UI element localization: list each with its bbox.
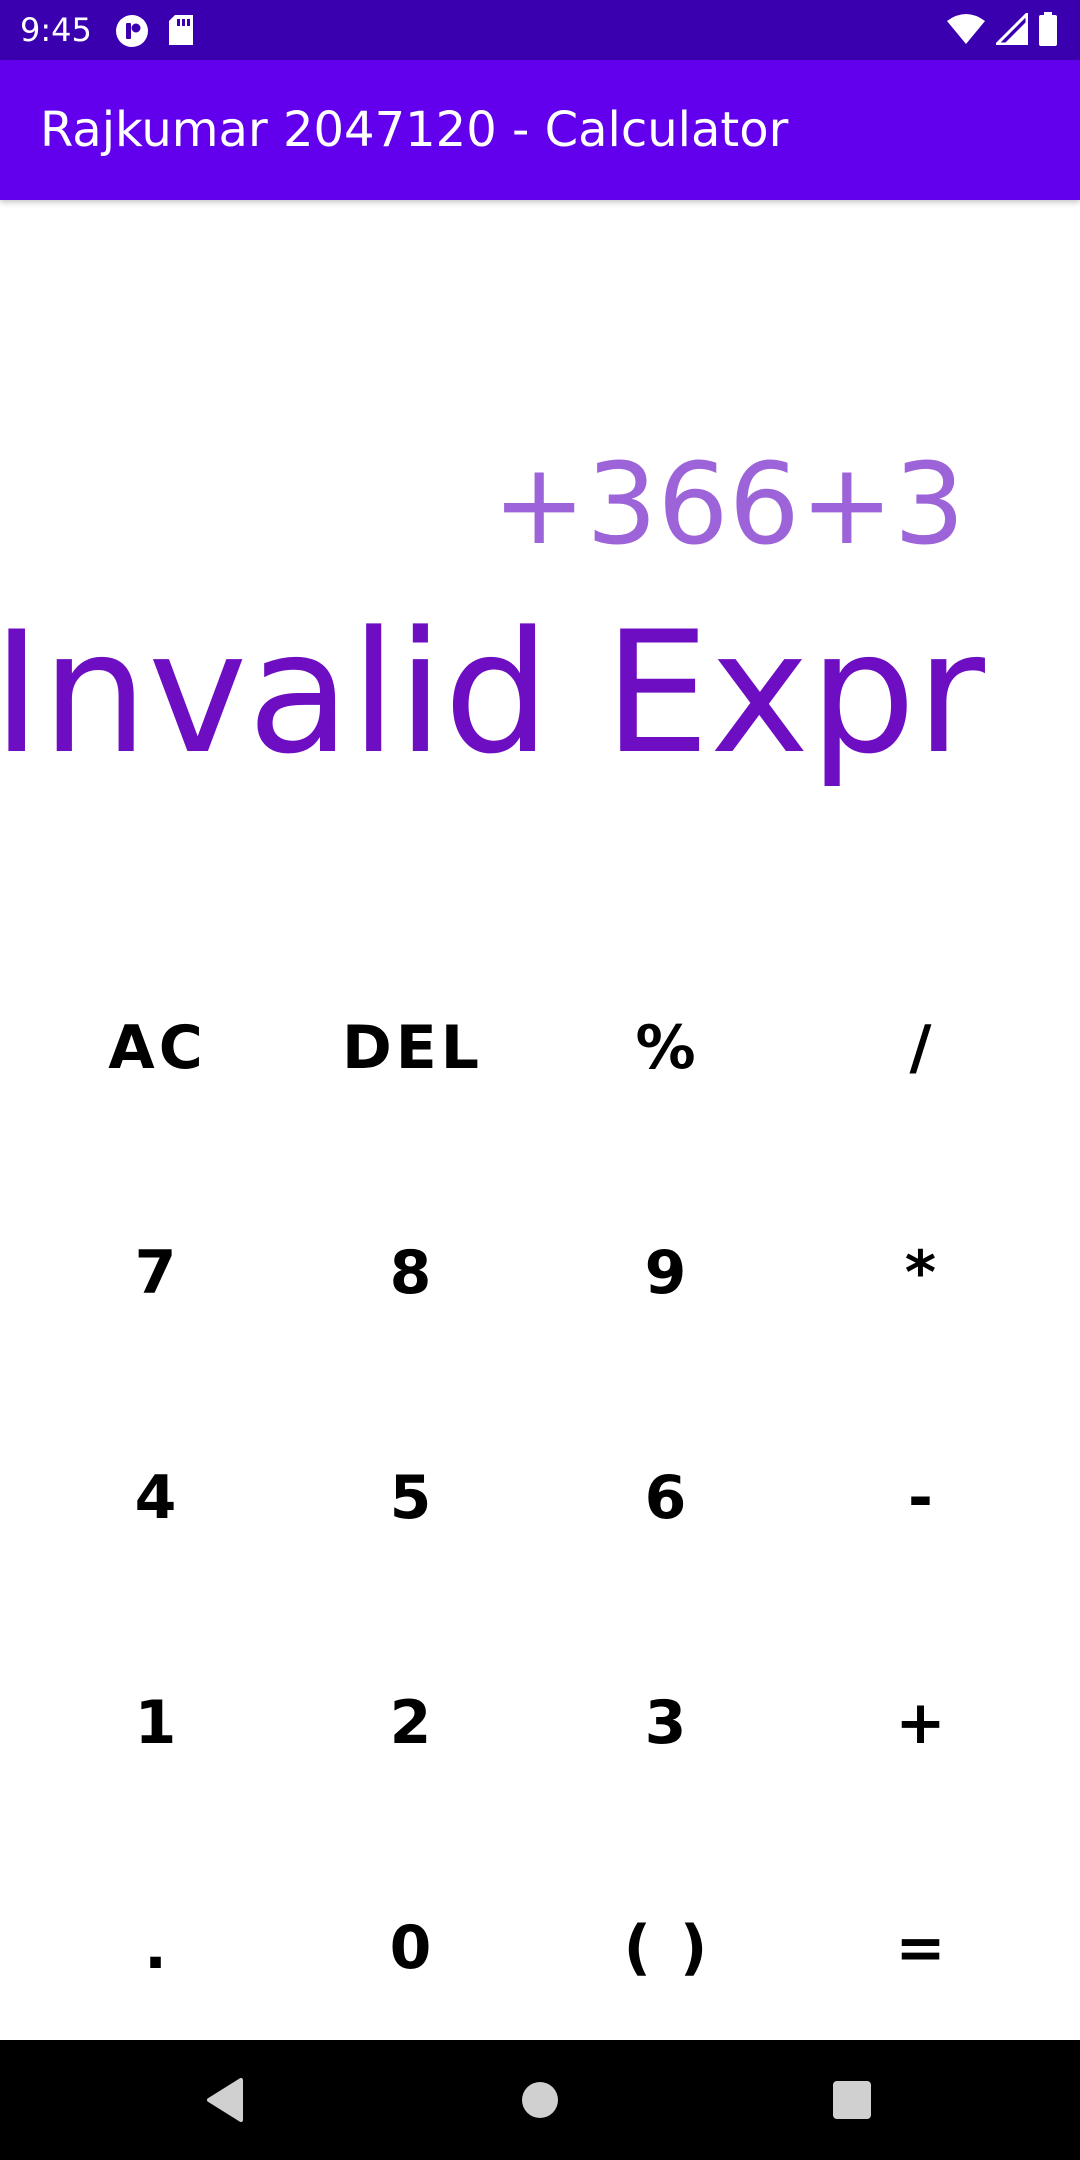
digit-1-button[interactable]: 1 <box>30 1610 285 1835</box>
keypad: AC DEL%/ 7 8 9 * 4 5 6- 1 2 3 +. 0( ) = <box>30 935 1050 2060</box>
equals-button[interactable]: = <box>795 1835 1050 2060</box>
multiply-button[interactable]: * <box>795 1160 1050 1385</box>
status-notification-icons <box>115 14 195 48</box>
digit-5-button[interactable]: 5 <box>285 1385 540 1610</box>
delete-button[interactable]: DEL <box>285 935 540 1160</box>
app-title: Rajkumar 2047120 - Calculator <box>40 102 789 158</box>
percent-button[interactable]: % <box>540 935 795 1160</box>
digit-9-button[interactable]: 9 <box>540 1160 795 1385</box>
parentheses-button[interactable]: ( ) <box>540 1835 795 2060</box>
decimal-point-button[interactable]: . <box>30 1835 285 2060</box>
divide-button[interactable]: / <box>795 935 1050 1160</box>
digit-3-button[interactable]: 3 <box>540 1610 795 1835</box>
add-button[interactable]: + <box>795 1610 1050 1835</box>
result-display: Invalid Expr <box>0 595 985 791</box>
digit-7-button[interactable]: 7 <box>30 1160 285 1385</box>
digit-8-button[interactable]: 8 <box>285 1160 540 1385</box>
app-notification-icon <box>115 14 149 48</box>
digit-2-button[interactable]: 2 <box>285 1610 540 1835</box>
clear-all-button[interactable]: AC <box>30 935 285 1160</box>
subtract-button[interactable]: - <box>795 1385 1050 1610</box>
recents-icon[interactable] <box>822 2070 882 2130</box>
status-bar: 9:45 <box>0 0 1080 60</box>
status-system-icons <box>946 12 1058 46</box>
digit-6-button[interactable]: 6 <box>540 1385 795 1610</box>
sd-card-icon <box>167 14 195 48</box>
wifi-icon <box>946 13 986 45</box>
back-icon[interactable] <box>195 2070 255 2130</box>
battery-icon <box>1038 12 1058 46</box>
cell-signal-icon <box>996 13 1028 45</box>
navigation-bar <box>0 2040 1080 2160</box>
digit-4-button[interactable]: 4 <box>30 1385 285 1610</box>
expression-display: +366+3 <box>492 440 965 570</box>
app-bar: Rajkumar 2047120 - Calculator <box>0 60 1080 200</box>
home-icon[interactable] <box>510 2070 570 2130</box>
status-time: 9:45 <box>20 11 92 49</box>
digit-0-button[interactable]: 0 <box>285 1835 540 2060</box>
